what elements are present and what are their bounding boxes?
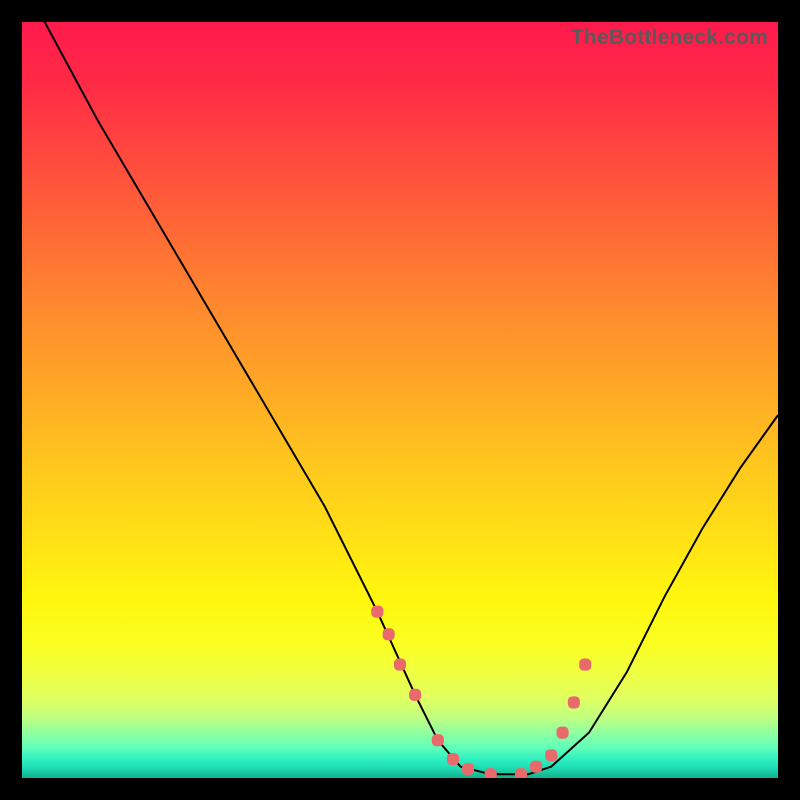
highlight-dot [568,696,580,708]
highlight-dot [409,689,421,701]
highlight-dot [394,659,406,671]
highlight-dot [462,763,474,775]
chart-svg [22,22,778,778]
highlight-dot [530,761,542,773]
bottleneck-curve [45,22,778,774]
highlight-dots [371,606,591,778]
highlight-dot [515,768,527,778]
highlight-dot [556,727,568,739]
chart-container: TheBottleneck.com [0,0,800,800]
highlight-dot [371,606,383,618]
highlight-dot [579,659,591,671]
plot-area: TheBottleneck.com [22,22,778,778]
highlight-dot [447,753,459,765]
highlight-dot [383,628,395,640]
highlight-dot [485,768,497,778]
highlight-dot [545,749,557,761]
highlight-dot [432,734,444,746]
